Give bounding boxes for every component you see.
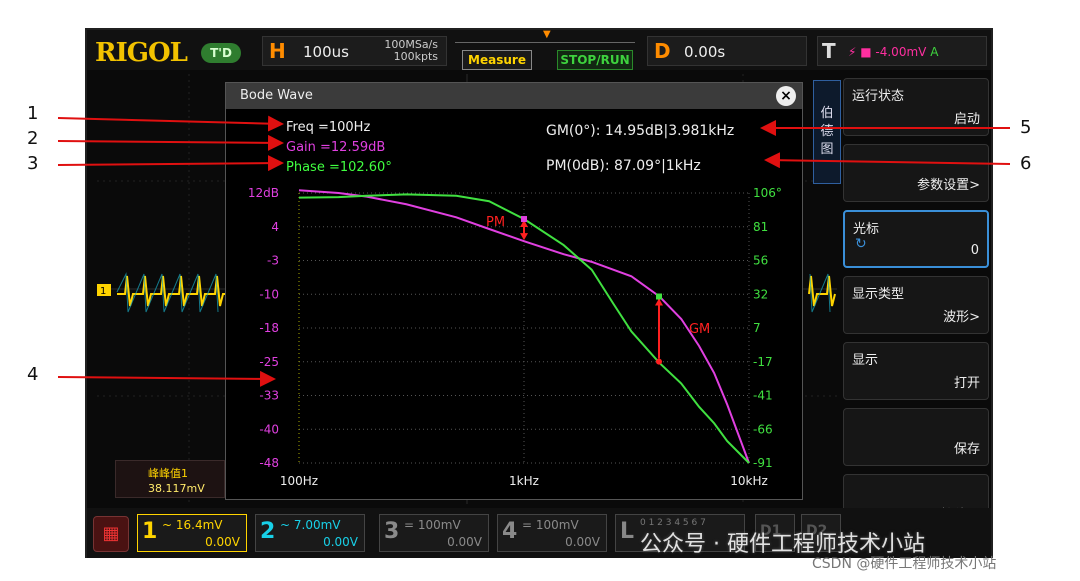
annotation-number: 4 xyxy=(27,364,39,385)
annotation-number: 2 xyxy=(27,128,39,149)
annotation-arrow xyxy=(764,152,1011,169)
annotation-layer xyxy=(57,115,1011,387)
annotation-number: 3 xyxy=(27,153,39,174)
annotation-arrow xyxy=(57,370,276,387)
credit-text: CSDN @硬件工程师技术小站 xyxy=(812,556,997,572)
annotation-arrow xyxy=(57,115,284,132)
annotation-number: 1 xyxy=(27,103,39,124)
annotation-arrow xyxy=(57,155,284,172)
annotation-arrow xyxy=(57,134,284,151)
annotation-number: 6 xyxy=(1020,153,1032,174)
annotation-number: 5 xyxy=(1020,117,1032,138)
